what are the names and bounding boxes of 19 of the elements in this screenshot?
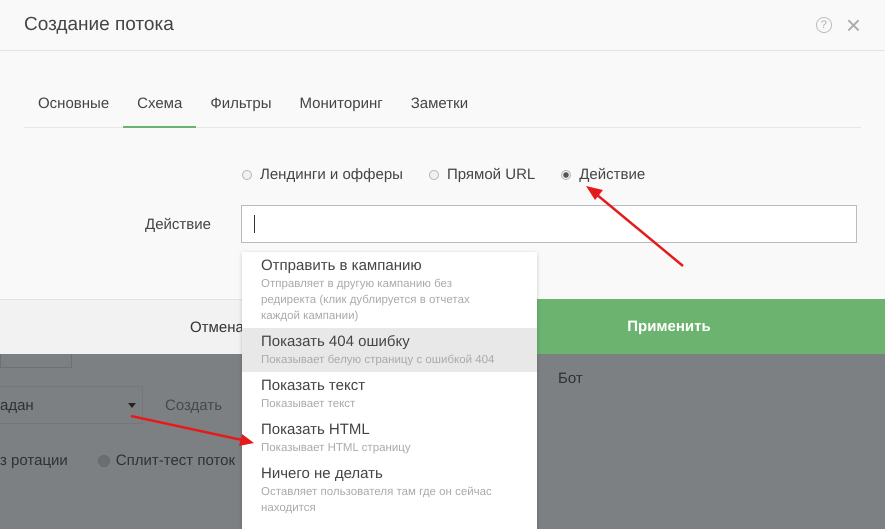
option-title: Ничего не делать xyxy=(261,465,384,482)
field-label: Действие xyxy=(144,216,212,232)
option-title: Показать HTML xyxy=(261,421,371,438)
option-title: Отправить в кампанию xyxy=(261,257,423,274)
background-text: Бот xyxy=(558,370,583,387)
radio-label: Действие xyxy=(579,166,646,183)
option-title: Показать 404 ошибку xyxy=(261,333,411,350)
option-description: Показывает текст xyxy=(261,397,356,412)
background-text: Сплит-тест поток xyxy=(116,452,236,469)
option-description: Отправляет в другую кампанию без редиректа (клик дублируется в отчетах каждой кампании) xyxy=(261,277,471,324)
background-text: з ротации xyxy=(0,452,68,469)
option-title: Показать текст xyxy=(261,377,366,394)
option-description: Показывает HTML страницу xyxy=(261,441,412,456)
option-description: Оставляет пользователя там где он сейчас находится xyxy=(261,485,493,516)
background-create-label: Создать xyxy=(165,396,222,414)
radio-label: Прямой URL xyxy=(446,166,536,183)
window-title: Создание потока xyxy=(24,14,174,36)
option-description: Показывает белую страницу с ошибкой 404 xyxy=(261,353,496,368)
radio-label: Лендинги и офферы xyxy=(260,166,403,183)
